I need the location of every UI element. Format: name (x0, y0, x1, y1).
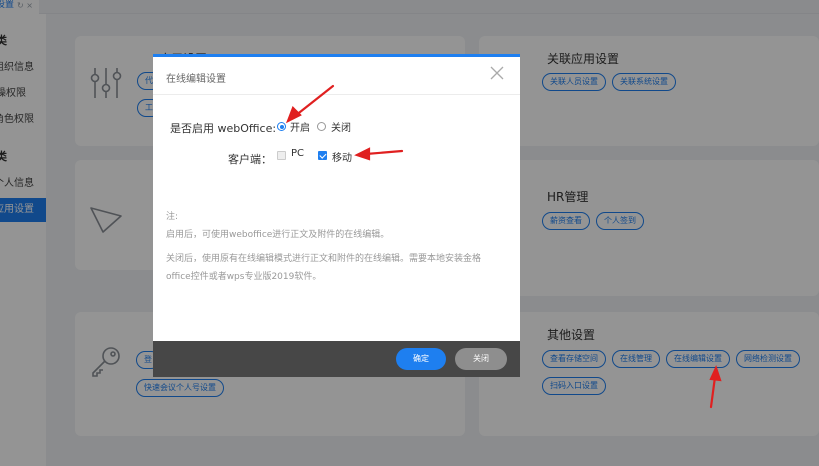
checkbox-client-pc-label: PC (291, 148, 305, 159)
dialog-accent-line (153, 54, 520, 57)
close-icon[interactable] (488, 64, 506, 82)
radio-enable-off[interactable] (317, 122, 326, 131)
confirm-button[interactable]: 确定 (396, 348, 446, 370)
note-title: 注: (166, 212, 179, 222)
client-label: 客户端： (228, 153, 272, 166)
checkbox-client-pc (277, 151, 286, 160)
note-line-2b: office控件或者wps专业版2019软件。 (166, 272, 322, 282)
dialog-footer: 确定 关闭 (153, 341, 520, 377)
divider (153, 94, 520, 95)
dialog-title: 在线编辑设置 (166, 74, 226, 85)
checkbox-client-mobile[interactable] (318, 151, 327, 160)
close-button[interactable]: 关闭 (455, 348, 507, 370)
note-line-2a: 关闭后，使用原有在线编辑模式进行正文和附件的在线编辑。需要本地安装金格 (166, 254, 482, 264)
radio-enable-on-label[interactable]: 开启 (290, 119, 310, 134)
note-line-1: 启用后，可使用weboffice进行正文及附件的在线编辑。 (166, 230, 390, 240)
radio-enable-on[interactable] (277, 122, 286, 131)
online-edit-settings-dialog: 在线编辑设置 是否启用 webOffice: 开启 关闭 客户端： PC 移动 … (153, 54, 520, 377)
enable-weboffice-label: 是否启用 webOffice: (170, 122, 277, 135)
radio-enable-off-label[interactable]: 关闭 (331, 119, 351, 134)
checkbox-client-mobile-label[interactable]: 移动 (332, 149, 352, 164)
